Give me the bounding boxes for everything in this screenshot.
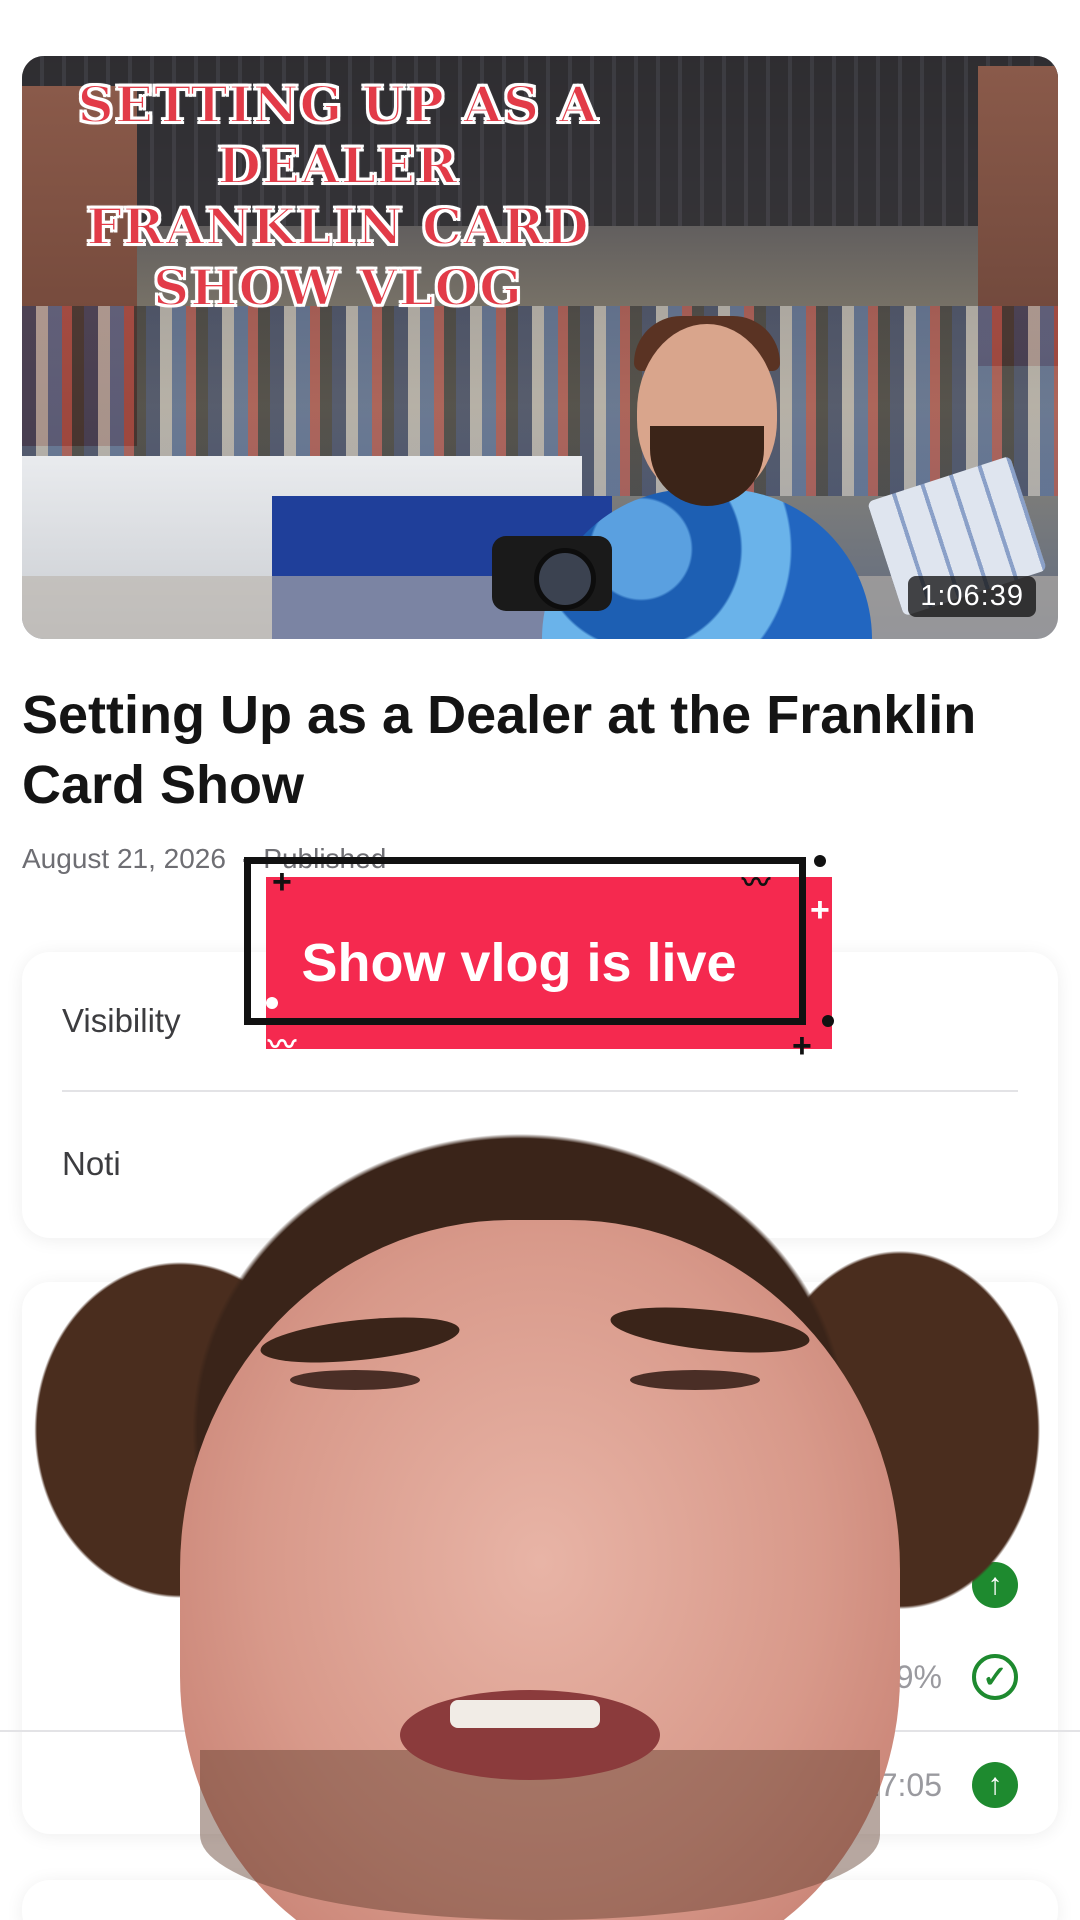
arrow-up-icon: ↑ <box>972 1562 1018 1608</box>
plus-icon: + <box>810 891 830 929</box>
dot-icon <box>814 855 826 867</box>
video-duration-badge: 1:06:39 <box>908 576 1036 617</box>
video-thumbnail[interactable]: Setting up as a Dealer Franklin Card Sho… <box>22 56 1058 639</box>
notify-row[interactable]: Noti <box>62 1094 1018 1234</box>
arrow-up-icon: ↑ <box>972 1762 1018 1808</box>
dot-icon <box>266 997 278 1009</box>
check-circle-icon: ✓ <box>972 1654 1018 1700</box>
plus-icon: + <box>792 1027 812 1065</box>
camera-icon <box>492 536 612 611</box>
zigzag-icon: 〰 <box>268 1029 297 1060</box>
section-divider <box>0 1730 1080 1732</box>
stats-card-lower: 17:05 ↑ <box>22 1740 1058 1832</box>
publish-date: August 21, 2026 <box>22 843 226 874</box>
stat-row-3: 17:05 ↑ <box>862 1762 1018 1808</box>
zigzag-icon: 〰 <box>742 867 771 898</box>
stat-value-2: 9.9% <box>869 1658 942 1695</box>
visibility-label: Visibility <box>62 1002 181 1039</box>
caption-sticker: Show vlog is live + + + 〰 〰 <box>244 855 834 1063</box>
dot-icon <box>822 1015 834 1027</box>
thumbnail-title-text: Setting up as a Dealer Franklin Card Sho… <box>77 74 599 318</box>
next-card <box>22 1880 1058 1920</box>
stat-value-3: 17:05 <box>861 1766 942 1803</box>
video-title: Setting Up as a Dealer at the Franklin C… <box>22 685 977 815</box>
stat-row-2: 9.9% ✓ <box>869 1654 1018 1700</box>
sticker-frame <box>244 857 806 1025</box>
stat-row-1: ↑ <box>942 1562 1018 1608</box>
plus-icon: + <box>272 863 292 901</box>
notify-label: Noti <box>62 1145 121 1182</box>
